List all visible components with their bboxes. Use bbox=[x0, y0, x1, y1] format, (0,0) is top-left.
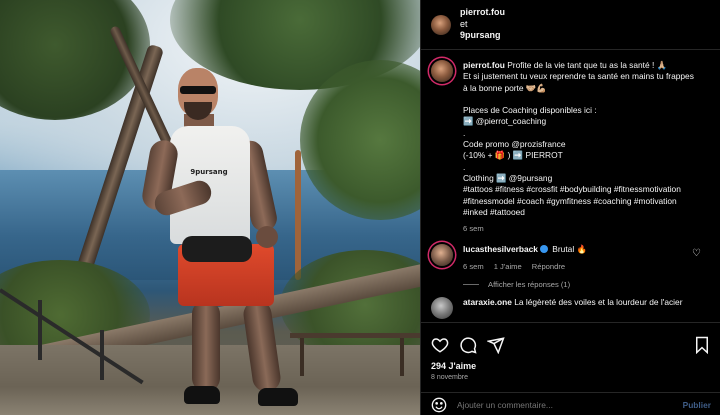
caption-line: . bbox=[463, 161, 466, 172]
comment-text: La légèreté des voiles et la lourdeur de… bbox=[514, 297, 683, 308]
caption-line: #fitnessmodel #coach #gymfitness #coachi… bbox=[463, 195, 677, 206]
comment-icon[interactable] bbox=[459, 336, 477, 354]
photo-person: 9pursang bbox=[140, 68, 300, 413]
person-leg bbox=[192, 300, 220, 392]
publish-button[interactable]: Publier bbox=[683, 400, 711, 410]
caption-meta: 6 sem bbox=[463, 223, 711, 234]
post-photo[interactable]: 9pursang bbox=[0, 0, 420, 415]
comment-username[interactable]: ataraxie.one bbox=[463, 297, 512, 307]
comment: lucasthesilverback Brutal 🔥 6 sem 1 J'ai… bbox=[431, 244, 711, 272]
caption-line: pierrot.fou Profite de la vie tant que t… bbox=[463, 60, 711, 71]
person-shoe bbox=[258, 388, 298, 406]
replies-divider bbox=[463, 284, 479, 286]
caption-line bbox=[463, 94, 711, 105]
person-fist bbox=[256, 226, 278, 248]
caption-age: 6 sem bbox=[463, 224, 484, 234]
comment: ataraxie.one La légèreté des voiles et l… bbox=[431, 297, 711, 320]
caption-text: Profite de la vie tant que tu as la sant… bbox=[507, 60, 668, 70]
photo-railing-post bbox=[38, 300, 42, 360]
view-replies-button[interactable]: Afficher les réponses (1) bbox=[463, 280, 711, 289]
add-comment-bar: Publier bbox=[421, 392, 720, 415]
caption-line: #tattoos #fitness #crossfit #bodybuildin… bbox=[463, 184, 681, 195]
comment-body: ataraxie.one La légèreté des voiles et l… bbox=[463, 297, 711, 308]
bookmark-icon[interactable] bbox=[693, 336, 711, 354]
view-replies-label: Afficher les réponses (1) bbox=[488, 280, 571, 290]
share-icon[interactable] bbox=[487, 336, 505, 354]
collaborator-username[interactable]: 9pursang bbox=[460, 30, 505, 42]
emoji-icon[interactable] bbox=[431, 397, 447, 413]
author-avatar[interactable] bbox=[431, 14, 451, 35]
caption-line: Et si justement tu veux reprendre ta san… bbox=[463, 71, 694, 82]
comment-meta: 6 sem 1 J'aime Répondre bbox=[463, 261, 711, 272]
post-date: 8 novembre bbox=[431, 374, 468, 381]
post-header: pierrot.fou et 9pursang bbox=[421, 0, 720, 50]
comment-like-heart-icon[interactable]: ♡ bbox=[692, 248, 701, 259]
person-shoe bbox=[184, 386, 220, 404]
caption-line: Clothing ➡️ @9pursang bbox=[463, 172, 553, 183]
comment-body: lucasthesilverback Brutal 🔥 6 sem 1 J'ai… bbox=[463, 244, 711, 272]
caption-username[interactable]: pierrot.fou bbox=[463, 60, 505, 70]
caption-line: . bbox=[463, 127, 466, 138]
instagram-post: 9pursang pierrot.fou et 9pursang pierrot… bbox=[0, 0, 720, 415]
caption: pierrot.fou Profite de la vie tant que t… bbox=[431, 60, 711, 234]
person-leg bbox=[241, 298, 283, 394]
caption-line: à la bonne porte 🤝🏼💪🏼 bbox=[463, 82, 547, 93]
authors-conjunction: et bbox=[460, 18, 468, 29]
tank-logo: 9pursang bbox=[190, 168, 228, 176]
comment-input[interactable] bbox=[457, 399, 683, 410]
caption-line: #inked #tattooed bbox=[463, 206, 525, 217]
post-footer: 294 J'aime 8 novembre Publier bbox=[421, 322, 720, 415]
photo-bench-leg bbox=[300, 338, 304, 376]
likes-count[interactable]: 294 J'aime bbox=[421, 357, 720, 371]
comment-age: 6 sem bbox=[463, 261, 484, 271]
caption-line: Places de Coaching disponibles ici : bbox=[463, 105, 597, 116]
caption-body: pierrot.fou Profite de la vie tant que t… bbox=[463, 60, 711, 234]
heart-icon[interactable] bbox=[431, 336, 449, 354]
comments-scroll-area[interactable]: pierrot.fou Profite de la vie tant que t… bbox=[421, 51, 720, 321]
comment-line: ataraxie.one La légèreté des voiles et l… bbox=[463, 297, 711, 308]
post-side-panel: pierrot.fou et 9pursang pierrot.fou Prof… bbox=[420, 0, 720, 415]
person-belt-bag bbox=[182, 236, 252, 262]
comment-text: Brutal 🔥 bbox=[552, 244, 587, 255]
action-bar bbox=[421, 323, 720, 357]
caption-line: Code promo @prozisfrance bbox=[463, 139, 566, 150]
comment-avatar[interactable] bbox=[431, 244, 453, 267]
author-username[interactable]: pierrot.fou bbox=[460, 7, 505, 19]
reply-button[interactable]: Répondre bbox=[532, 261, 565, 272]
caption-avatar[interactable] bbox=[431, 60, 453, 82]
photo-railing-post bbox=[100, 330, 104, 380]
comment-avatar[interactable] bbox=[431, 297, 453, 320]
person-sunglasses bbox=[180, 86, 216, 94]
comment-likes[interactable]: 1 J'aime bbox=[494, 261, 522, 272]
caption-line: ➡️ @pierrot_coaching bbox=[463, 116, 547, 127]
comment-username[interactable]: lucasthesilverback bbox=[463, 244, 538, 254]
caption-line: (-10% + 🎁 ) ➡️ PIERROT bbox=[463, 150, 563, 161]
verified-badge-icon bbox=[539, 245, 548, 254]
photo-bench-leg bbox=[400, 338, 404, 376]
post-authors: pierrot.fou et 9pursang bbox=[460, 7, 505, 42]
comment-line: lucasthesilverback Brutal 🔥 bbox=[463, 244, 711, 255]
